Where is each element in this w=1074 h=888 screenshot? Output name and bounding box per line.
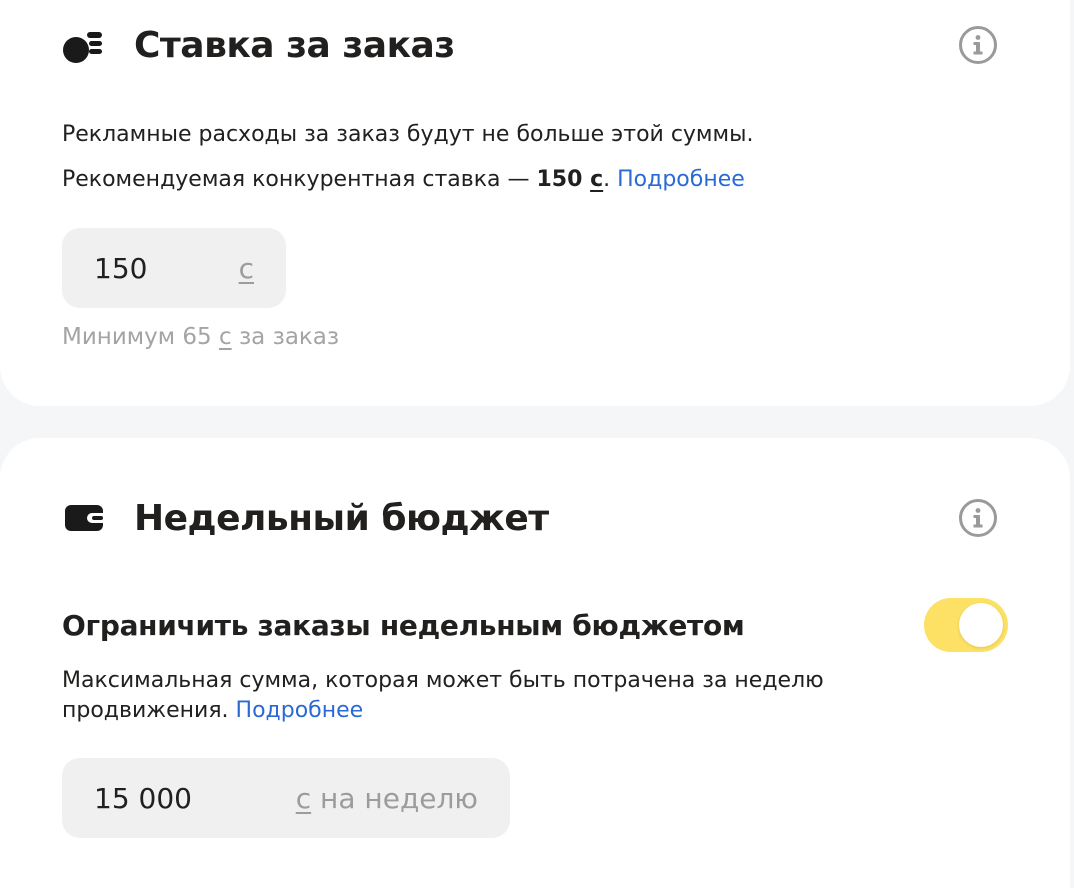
info-icon[interactable]	[958, 498, 998, 538]
bid-description: Рекламные расходы за заказ будут не боль…	[62, 122, 754, 147]
wallet-icon	[62, 496, 106, 540]
budget-more-link[interactable]: Подробнее	[236, 698, 364, 723]
bid-minimum-hint: Минимум 65 с за заказ	[62, 324, 339, 350]
bid-card-title: Ставка за заказ	[134, 24, 455, 66]
hint-currency: с	[218, 324, 232, 350]
hint-suffix: за заказ	[231, 324, 340, 350]
budget-description-line2: продвижения. Подробнее	[62, 698, 363, 723]
budget-card-header: Недельный бюджет	[62, 488, 998, 548]
budget-input-period: на неделю	[311, 781, 478, 815]
toggle-knob	[959, 603, 1003, 647]
bid-more-link[interactable]: Подробнее	[617, 167, 745, 192]
bid-input-currency: с	[238, 251, 254, 285]
recommended-bid-currency: с	[590, 167, 604, 192]
recommended-bid-line: Рекомендуемая конкурентная ставка — 150 …	[62, 167, 745, 192]
bid-input-value: 150	[94, 251, 148, 285]
recommended-bid-value: 150	[536, 167, 591, 192]
bid-card-header: Ставка за заказ	[62, 16, 998, 74]
recommended-bid-period: .	[603, 167, 611, 192]
budget-description-text: продвижения.	[62, 698, 236, 723]
recommended-bid-prefix: Рекомендуемая конкурентная ставка —	[62, 167, 537, 192]
info-icon[interactable]	[958, 25, 998, 65]
budget-card-title: Недельный бюджет	[134, 497, 549, 539]
budget-limit-label: Ограничить заказы недельным бюджетом	[62, 608, 745, 642]
budget-input[interactable]: 15 000 с на неделю	[62, 758, 510, 838]
budget-limit-toggle[interactable]	[924, 598, 1008, 652]
bid-input[interactable]: 150 с	[62, 228, 286, 308]
coins-icon	[62, 23, 106, 67]
budget-limit-row: Ограничить заказы недельным бюджетом	[62, 598, 1008, 652]
hint-prefix: Минимум 65	[62, 324, 219, 350]
budget-input-currency: с	[295, 781, 312, 815]
budget-input-value: 15 000	[94, 781, 192, 815]
bid-card: Ставка за заказ Рекламные расходы за зак…	[0, 0, 1070, 406]
budget-description-line1: Максимальная сумма, которая может быть п…	[62, 668, 824, 693]
budget-input-suffix: с на неделю	[296, 782, 478, 815]
